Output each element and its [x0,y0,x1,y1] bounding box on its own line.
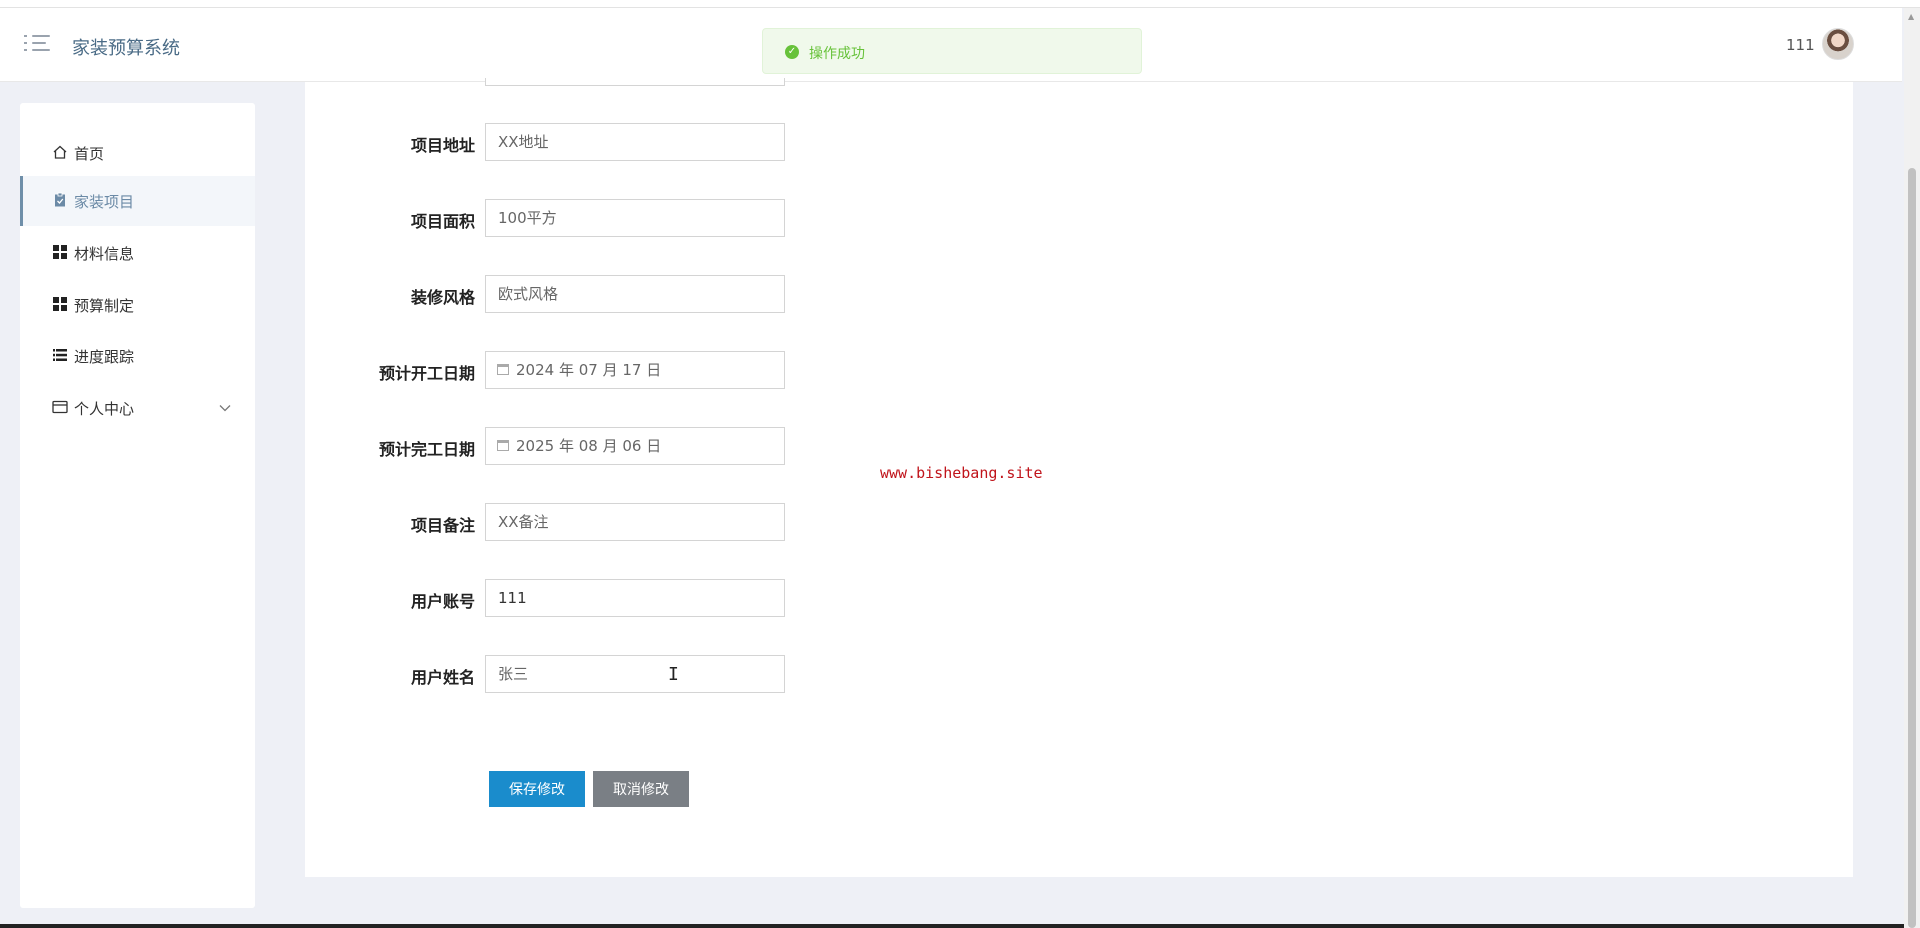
scroll-up-icon[interactable]: ▲ [1908,12,1914,21]
sidebar-item-profile[interactable]: 个人中心 [20,383,255,433]
top-header: 家装预算系统 ✓ 操作成功 111 [0,8,1902,82]
field-label-account: 用户账号 [410,592,475,611]
cancel-button[interactable]: 取消修改 [593,771,689,807]
chevron-down-icon [219,405,231,412]
field-label-start-date: 预计开工日期 [378,364,475,383]
window-top-border [0,0,1920,8]
start-date-value: 2024 年 07 月 17 日 [516,361,662,379]
end-date-picker[interactable]: 2025 年 08 月 06 日 [485,427,785,465]
field-label-end-date: 预计完工日期 [378,440,475,459]
menu-toggle-icon[interactable] [24,34,50,54]
window-bottom-border [0,924,1904,928]
brand-title: 家装预算系统 [72,38,180,59]
edit-form-panel: 项目地址 XX地址 项目面积 100平方 装修风格 欧式风格 预计开工日期 20… [305,78,1853,877]
sidebar: 首页 家装项目 材料信息 预算制定 进度跟踪 个人中心 [20,103,255,908]
area-input[interactable]: 100平方 [485,199,785,237]
account-input[interactable]: 111 [485,579,785,617]
field-label-address: 项目地址 [410,136,475,155]
watermark-text: www.bishebang.site [880,464,1043,482]
text-cursor-icon: I [668,664,679,685]
toast-message: 操作成功 [809,46,865,62]
clipboard-icon [55,192,65,207]
check-circle-icon: ✓ [785,45,799,59]
list-icon [53,349,67,361]
page-scrollbar[interactable]: ▲ [1904,8,1920,928]
calendar-icon [497,440,509,451]
username-input[interactable]: 张三 [485,655,785,693]
sidebar-item-label: 个人中心 [74,400,135,418]
field-label-remark: 项目备注 [410,516,475,535]
wallet-icon [52,400,68,414]
sidebar-item-budget[interactable]: 预算制定 [20,280,255,330]
sidebar-item-label: 材料信息 [74,245,135,263]
calendar-icon [497,364,509,375]
end-date-value: 2025 年 08 月 06 日 [516,437,662,455]
sidebar-item-home[interactable]: 首页 [20,128,255,178]
sidebar-item-label: 预算制定 [74,297,135,315]
sidebar-item-label: 进度跟踪 [74,348,135,366]
start-date-picker[interactable]: 2024 年 07 月 17 日 [485,351,785,389]
field-label-style: 装修风格 [410,288,475,307]
sidebar-item-progress[interactable]: 进度跟踪 [20,331,255,381]
sidebar-item-label: 首页 [74,145,105,163]
field-label-username: 用户姓名 [410,668,475,687]
style-input[interactable]: 欧式风格 [485,275,785,313]
home-icon [53,145,67,159]
address-input[interactable]: XX地址 [485,123,785,161]
previous-field-input[interactable] [485,78,785,86]
sidebar-item-projects[interactable]: 家装项目 [20,176,255,226]
grid-icon [53,245,67,259]
user-name[interactable]: 111 [1786,36,1815,54]
avatar[interactable] [1822,28,1854,60]
save-button[interactable]: 保存修改 [489,771,585,807]
field-label-area: 项目面积 [410,212,475,231]
scrollbar-thumb[interactable] [1908,168,1916,928]
sidebar-item-label: 家装项目 [74,193,135,211]
sidebar-item-materials[interactable]: 材料信息 [20,228,255,278]
grid-icon [53,297,67,311]
remark-input[interactable]: XX备注 [485,503,785,541]
success-toast: ✓ 操作成功 [762,28,1142,74]
